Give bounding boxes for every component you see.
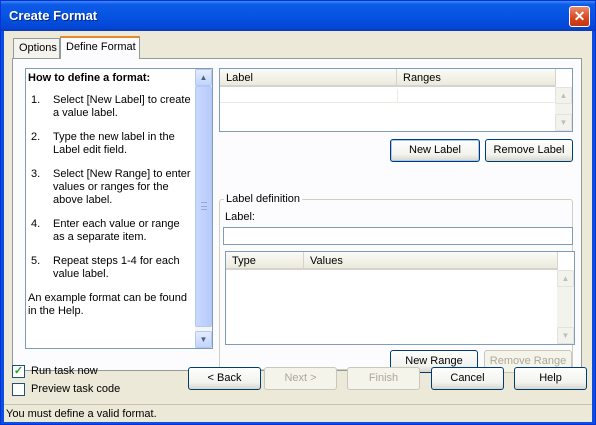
labels-list-empty-row (220, 89, 556, 103)
new-label-button[interactable]: New Label (390, 139, 480, 162)
instruction-step: 2. Type the new label in the Label edit … (28, 131, 194, 157)
step-number: 2. (31, 131, 41, 143)
run-task-now-label: Run task now (31, 365, 98, 377)
preview-task-code-checkbox[interactable] (12, 383, 25, 396)
tab-define-format-label: Define Format (66, 41, 136, 53)
step-number: 3. (31, 168, 41, 180)
step-text: Select [New Range] to enter values or ra… (53, 168, 191, 206)
scroll-down-icon[interactable]: ▼ (195, 331, 212, 348)
column-values[interactable]: Values (304, 252, 558, 269)
column-label[interactable]: Label (220, 69, 397, 86)
create-format-dialog: Create Format ✕ Options Define Format Ho… (0, 0, 596, 425)
step-text: Select [New Label] to create a value lab… (53, 94, 191, 119)
instructions-box[interactable]: How to define a format: 1. Select [New L… (25, 68, 213, 349)
cancel-button[interactable]: Cancel (431, 367, 504, 390)
labels-list-header: Label Ranges (220, 69, 556, 87)
instruction-step: 1. Select [New Label] to create a value … (28, 94, 194, 120)
scroll-thumb[interactable] (195, 86, 212, 327)
instruction-step: 4. Enter each value or range as a separa… (28, 218, 194, 244)
remove-label-button[interactable]: Remove Label (485, 139, 573, 162)
instructions-footer: An example format can be found in the He… (28, 292, 187, 317)
scroll-up-icon: ▲ (555, 87, 572, 104)
column-divider (397, 89, 398, 103)
instructions-scrollbar[interactable]: ▲ ▼ (195, 69, 212, 348)
instruction-step: 3. Select [New Range] to enter values or… (28, 168, 194, 207)
scroll-down-icon: ▼ (557, 327, 574, 344)
scroll-up-icon: ▲ (557, 270, 574, 287)
step-number: 5. (31, 255, 41, 267)
window-title: Create Format (9, 8, 98, 23)
label-definition-group: Label definition Label: Type Values ▲ ▼ … (219, 193, 575, 373)
dialog-body: Options Define Format How to define a fo… (4, 31, 592, 422)
status-bar: You must define a valid format. (4, 404, 592, 422)
label-field-label: Label: (225, 211, 255, 223)
step-text: Repeat steps 1-4 for each value label. (53, 255, 180, 280)
next-button[interactable]: Next > (264, 367, 337, 390)
step-text: Type the new label in the Label edit fie… (53, 131, 175, 156)
step-number: 1. (31, 94, 41, 106)
label-definition-legend: Label definition (224, 193, 303, 205)
instruction-step: 5. Repeat steps 1-4 for each value label… (28, 255, 194, 281)
ranges-list-scrollbar[interactable]: ▲ ▼ (557, 270, 574, 344)
ranges-list[interactable]: Type Values ▲ ▼ (225, 251, 575, 345)
tab-options-label: Options (19, 42, 57, 54)
help-button[interactable]: Help (514, 367, 587, 390)
title-bar[interactable]: Create Format ✕ (1, 1, 595, 31)
finish-button[interactable]: Finish (347, 367, 420, 390)
back-button[interactable]: < Back (188, 367, 261, 390)
label-input[interactable] (223, 227, 573, 245)
ranges-list-header: Type Values (226, 252, 558, 270)
status-message: You must define a valid format. (6, 408, 157, 420)
tab-define-format[interactable]: Define Format (60, 36, 140, 59)
grip-icon (201, 202, 207, 210)
preview-task-code-label: Preview task code (31, 383, 121, 395)
column-type[interactable]: Type (226, 252, 304, 269)
run-task-now-checkbox[interactable]: ✓ (12, 365, 25, 378)
instructions-heading: How to define a format: (28, 72, 151, 84)
column-ranges[interactable]: Ranges (397, 69, 556, 86)
scroll-up-icon[interactable]: ▲ (195, 69, 212, 86)
instructions-content: How to define a format: 1. Select [New L… (26, 69, 196, 318)
labels-list[interactable]: Label Ranges ▲ ▼ (219, 68, 573, 132)
labels-list-scrollbar[interactable]: ▲ ▼ (555, 87, 572, 131)
tab-options[interactable]: Options (13, 38, 60, 58)
scroll-down-icon: ▼ (555, 114, 572, 131)
define-format-panel: How to define a format: 1. Select [New L… (12, 58, 582, 373)
step-number: 4. (31, 218, 41, 230)
step-text: Enter each value or range as a separate … (53, 218, 180, 243)
close-icon[interactable]: ✕ (569, 6, 590, 27)
